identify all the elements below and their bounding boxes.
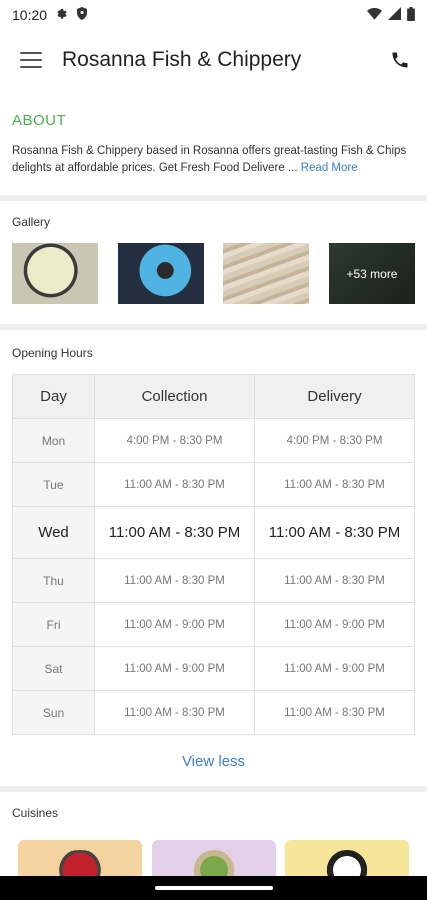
hours-table: Day Collection Delivery Mon 4:00 PM - 8:… <box>12 374 415 735</box>
hours-row: Sat 11:00 AM - 9:00 PM 11:00 AM - 9:00 P… <box>12 646 415 691</box>
read-more-link[interactable]: Read More <box>301 162 358 174</box>
view-less-button[interactable]: View less <box>12 753 415 770</box>
opening-hours-section: Opening Hours Day Collection Delivery Mo… <box>0 330 427 786</box>
page-title: Rosanna Fish & Chippery <box>62 48 302 71</box>
hours-delivery: 4:00 PM - 8:30 PM <box>254 418 415 463</box>
hours-day: Tue <box>12 462 95 507</box>
header-collection: Collection <box>94 374 255 419</box>
hours-row: Mon 4:00 PM - 8:30 PM 4:00 PM - 8:30 PM <box>12 418 415 463</box>
hours-day: Thu <box>12 558 95 603</box>
hours-day: Fri <box>12 602 95 647</box>
hours-day: Mon <box>12 418 95 463</box>
header-day: Day <box>12 374 95 419</box>
hours-delivery: 11:00 AM - 9:00 PM <box>254 646 415 691</box>
status-bar: 10:20 <box>0 0 427 30</box>
gallery-image[interactable] <box>12 243 98 304</box>
home-gesture-handle[interactable] <box>154 886 273 890</box>
hours-row-today: Wed 11:00 AM - 8:30 PM 11:00 AM - 8:30 P… <box>12 506 415 559</box>
hours-row: Thu 11:00 AM - 8:30 PM 11:00 AM - 8:30 P… <box>12 558 415 603</box>
hours-delivery: 11:00 AM - 8:30 PM <box>254 462 415 507</box>
hours-collection: 11:00 AM - 8:30 PM <box>94 462 255 507</box>
hours-delivery: 11:00 AM - 8:30 PM <box>254 558 415 603</box>
hours-delivery: 11:00 AM - 9:00 PM <box>254 602 415 647</box>
hamburger-menu-icon[interactable] <box>20 52 42 68</box>
shield-icon <box>76 7 88 23</box>
hours-day: Sat <box>12 646 95 691</box>
hours-delivery: 11:00 AM - 8:30 PM <box>254 506 415 559</box>
phone-icon[interactable] <box>387 47 413 73</box>
about-section: ABOUT Rosanna Fish & Chippery based in R… <box>0 90 427 195</box>
gallery-more-button[interactable]: +53 more <box>328 243 415 304</box>
hours-collection: 11:00 AM - 9:00 PM <box>94 602 255 647</box>
hours-row: Sun 11:00 AM - 8:30 PM 11:00 AM - 8:30 P… <box>12 690 415 735</box>
hours-collection: 11:00 AM - 8:30 PM <box>94 506 255 559</box>
hours-delivery: 11:00 AM - 8:30 PM <box>254 690 415 735</box>
hours-collection: 11:00 AM - 8:30 PM <box>94 558 255 603</box>
status-time: 10:20 <box>12 7 48 23</box>
app-bar: Rosanna Fish & Chippery <box>0 30 427 90</box>
opening-hours-label: Opening Hours <box>12 346 93 360</box>
hours-collection: 4:00 PM - 8:30 PM <box>94 418 255 463</box>
header-delivery: Delivery <box>254 374 415 419</box>
gallery-more-label: +53 more <box>346 266 398 281</box>
cuisine-card[interactable] <box>18 840 142 880</box>
gallery-row: +53 more <box>12 243 415 304</box>
gallery-image[interactable] <box>117 243 204 304</box>
about-text: Rosanna Fish & Chippery based in Rosanna… <box>12 143 415 177</box>
wifi-icon <box>367 7 382 23</box>
cuisines-label: Cuisines <box>12 806 59 820</box>
cuisine-card[interactable] <box>285 840 409 880</box>
battery-icon <box>407 6 415 24</box>
signal-icon <box>388 7 401 23</box>
cuisine-card[interactable] <box>151 840 276 880</box>
gear-icon <box>55 7 68 23</box>
gallery-section: Gallery +53 more <box>0 201 427 324</box>
gallery-label: Gallery <box>12 215 51 229</box>
hours-collection: 11:00 AM - 9:00 PM <box>94 646 255 691</box>
hours-day: Sun <box>12 690 95 735</box>
status-left: 10:20 <box>12 7 88 23</box>
hours-day: Wed <box>12 506 95 559</box>
gallery-image[interactable] <box>223 243 310 304</box>
cuisines-section: Cuisines <box>0 792 427 880</box>
system-nav-bar <box>0 876 427 900</box>
status-right <box>367 6 415 24</box>
cuisine-row <box>12 834 415 880</box>
hours-collection: 11:00 AM - 8:30 PM <box>94 690 255 735</box>
hours-row: Tue 11:00 AM - 8:30 PM 11:00 AM - 8:30 P… <box>12 462 415 507</box>
hours-row: Fri 11:00 AM - 9:00 PM 11:00 AM - 9:00 P… <box>12 602 415 647</box>
hours-header-row: Day Collection Delivery <box>12 374 415 419</box>
about-heading: ABOUT <box>12 112 67 129</box>
